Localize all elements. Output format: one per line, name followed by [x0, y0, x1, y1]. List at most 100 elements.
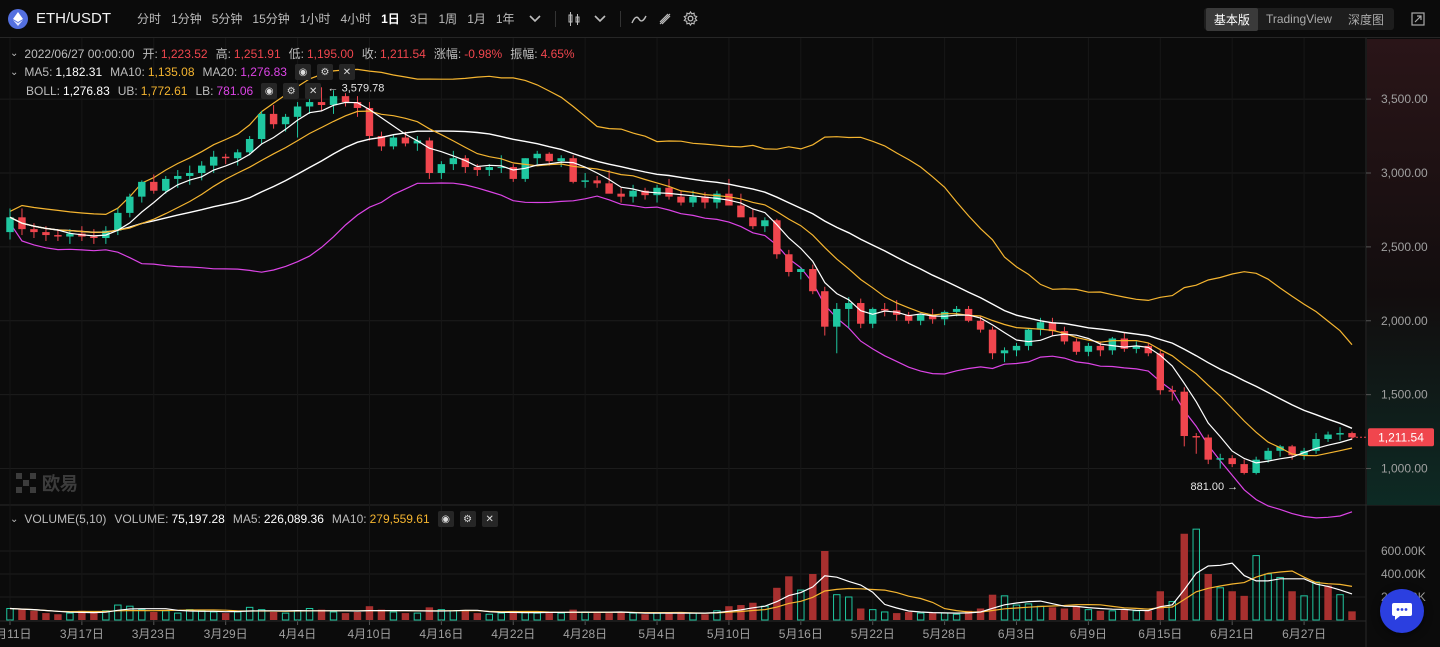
volume-ma10-label: MA10: [331, 512, 367, 526]
fullscreen-icon[interactable] [1408, 9, 1428, 29]
pair-selector[interactable]: ETH/USDT [8, 8, 137, 29]
volume-bar [389, 611, 398, 621]
last-price-label: 1,211.54 [1378, 430, 1424, 444]
volume-bar [54, 614, 62, 620]
high-value: 1,251.91 [233, 46, 281, 61]
candle-body [245, 139, 254, 153]
candle-body [186, 172, 194, 176]
low-value: 1,195.00 [306, 46, 354, 61]
candle-body [1180, 391, 1188, 437]
chevron-down-icon[interactable]: ⌄ [10, 67, 18, 78]
indicator-icon[interactable] [629, 9, 649, 29]
volume-bar [329, 611, 338, 621]
volume-bar [365, 606, 374, 620]
candle-body [209, 156, 218, 166]
interval-tab-8[interactable]: 1周 [439, 10, 458, 27]
candle-body [857, 303, 865, 324]
price-tick-label: 2,500.00 [1381, 240, 1428, 254]
okx-logo-icon [16, 473, 36, 493]
interval-tab-5[interactable]: 4小时 [340, 10, 371, 27]
candle-body [1024, 329, 1033, 346]
interval-tab-2[interactable]: 5分钟 [212, 10, 243, 27]
candle-body [581, 180, 589, 182]
close-icon[interactable]: ✕ [481, 511, 498, 527]
candle-body [317, 102, 326, 106]
volume-bar [1348, 611, 1356, 620]
candles [6, 87, 1356, 475]
interval-tab-10[interactable]: 1年 [496, 10, 515, 27]
settings-gear-icon[interactable]: ⚙ [316, 64, 333, 80]
volume-ma10-value: 279,559.61 [369, 512, 430, 526]
interval-tab-1[interactable]: 1分钟 [171, 10, 202, 27]
view-tab-1[interactable]: TradingView [1258, 9, 1340, 29]
volume-title: VOLUME(5,10) [24, 512, 107, 526]
candle-body [293, 106, 302, 117]
interval-tab-6[interactable]: 1日 [381, 10, 400, 27]
chevron-down-icon[interactable] [525, 9, 545, 29]
candle-body [797, 269, 805, 272]
close-icon[interactable]: ✕ [338, 64, 355, 80]
volume-bar [1000, 595, 1009, 621]
candle-body [329, 96, 338, 106]
interval-tab-0[interactable]: 分时 [137, 10, 161, 27]
chevron-down-icon[interactable]: ⌄ [10, 514, 18, 525]
volume-bar [629, 612, 637, 621]
high-label: 高: [215, 47, 231, 61]
candle-type-icon[interactable] [564, 9, 584, 29]
time-tick-label: 4月10日 [347, 627, 391, 641]
eye-icon[interactable]: ◉ [261, 83, 278, 99]
volume-bar [413, 612, 422, 621]
interval-tab-3[interactable]: 15分钟 [252, 10, 289, 27]
eye-icon[interactable]: ◉ [294, 64, 311, 80]
ma20-label: MA20: [202, 65, 238, 79]
settings-gear-icon[interactable]: ⚙ [459, 511, 476, 527]
volume-ma5-line [9, 562, 1353, 614]
chevron-down-icon[interactable] [590, 9, 610, 29]
close-icon[interactable]: ✕ [305, 83, 322, 99]
volume-legend: ⌄ VOLUME(5,10) VOLUME: 75,197.28 MA5: 226,… [10, 511, 504, 527]
amplitude-value: 4.65% [540, 46, 575, 61]
volume-bar [1108, 610, 1117, 621]
volume-tick-label: 600.00K [1381, 544, 1426, 558]
time-tick-label: 6月3日 [998, 627, 1035, 641]
volume-bar [976, 608, 985, 620]
candle-body [162, 178, 170, 191]
drawing-tool-icon[interactable] [655, 9, 675, 29]
settings-gear-icon[interactable]: ⚙ [283, 83, 300, 99]
ma10-label: MA10: [110, 65, 145, 79]
chevron-down-icon[interactable]: ⌄ [10, 48, 18, 59]
eye-icon[interactable]: ◉ [437, 511, 454, 527]
pair-title: ETH/USDT [36, 10, 111, 27]
time-tick-label: 5月22日 [851, 627, 895, 641]
candle-body [1168, 390, 1176, 392]
ohlc-date: 2022/06/27 00:00:00 [24, 46, 135, 61]
candle-body [869, 308, 877, 324]
toolbar-divider [554, 10, 556, 27]
settings-gear-icon[interactable] [681, 9, 701, 29]
volume-bar [1060, 608, 1069, 620]
volume-bar [209, 611, 218, 621]
interval-tab-7[interactable]: 3日 [410, 10, 429, 27]
open-label: 开: [142, 47, 158, 61]
candle-body [1084, 345, 1093, 352]
interval-tab-4[interactable]: 1小时 [300, 10, 331, 27]
candle-body [1264, 450, 1272, 460]
chat-support-button[interactable] [1380, 589, 1424, 633]
candle-body [197, 165, 206, 173]
view-tab-0[interactable]: 基本版 [1205, 7, 1258, 31]
lb-label: LB: [195, 84, 214, 98]
candle-body [42, 232, 50, 236]
low-label: 低: [288, 47, 304, 61]
close-value: 1,211.54 [380, 46, 426, 61]
candle-body [952, 308, 961, 312]
candle-body [341, 96, 350, 103]
grid-lines [0, 38, 1440, 647]
candle-body [1324, 434, 1332, 439]
interval-tab-9[interactable]: 1月 [467, 10, 486, 27]
interval-tabs: 分时 1分钟 5分钟 15分钟 1小时 4小时 1日 3日 1周 1月 1年 [137, 10, 525, 27]
volume-bar [1144, 610, 1153, 620]
volume-bar [857, 608, 865, 620]
amplitude-label: 振幅: [510, 47, 538, 61]
volume-bar [701, 614, 709, 620]
view-tab-2[interactable]: 深度图 [1340, 8, 1392, 31]
